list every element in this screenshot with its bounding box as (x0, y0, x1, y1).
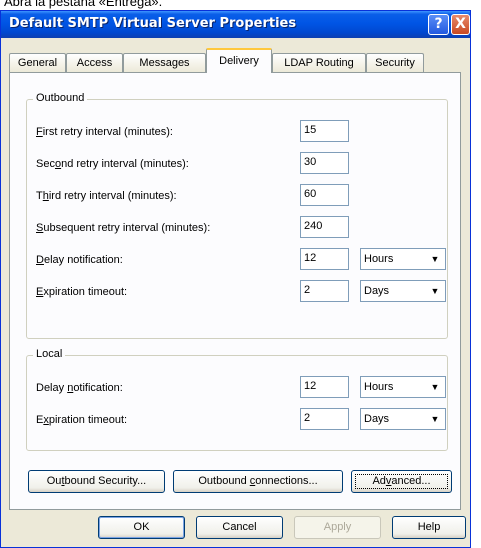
close-icon[interactable]: X (451, 14, 470, 35)
ok-button[interactable]: OK (98, 516, 185, 539)
outbound-expiration-timeout-label: Expiration timeout: (36, 286, 128, 298)
properties-dialog: Default SMTP Virtual Server Properties ?… (0, 10, 471, 548)
local-group: Local (26, 348, 448, 451)
outbound-delay-unit-select[interactable]: Hours ▼ (360, 248, 446, 270)
first-retry-label: First retry interval (minutes): (36, 126, 173, 138)
outbound-delay-notification-field[interactable]: 12 (300, 248, 349, 270)
caption-strip: Abra la pestaña «Entrega». (0, 0, 481, 10)
chevron-down-icon[interactable]: ▼ (427, 379, 443, 395)
title-bar[interactable]: Default SMTP Virtual Server Properties ?… (1, 11, 470, 38)
second-retry-field[interactable]: 30 (300, 152, 349, 174)
outbound-expiration-timeout-field[interactable]: 2 (300, 280, 349, 302)
local-expiration-timeout-field[interactable]: 2 (300, 408, 349, 430)
local-group-label: Local (33, 348, 66, 360)
outbound-security-button[interactable]: Outbound Security... (28, 470, 165, 493)
local-delay-notification-field[interactable]: 12 (300, 376, 349, 398)
window-title: Default SMTP Virtual Server Properties (9, 16, 297, 31)
chevron-down-icon[interactable]: ▼ (427, 411, 443, 427)
first-retry-field[interactable]: 15 (300, 120, 349, 142)
third-retry-field[interactable]: 60 (300, 184, 349, 206)
tab-security[interactable]: Security (366, 53, 424, 72)
tab-general[interactable]: General (9, 53, 66, 72)
local-delay-unit-select[interactable]: Hours ▼ (360, 376, 446, 398)
tab-delivery[interactable]: Delivery (206, 48, 272, 73)
tab-ldap-routing[interactable]: LDAP Routing (272, 53, 366, 72)
apply-button[interactable]: Apply (294, 516, 381, 539)
help-button[interactable]: Help (392, 516, 466, 539)
third-retry-label: Third retry interval (minutes): (36, 190, 177, 202)
local-expiration-unit-value: Days (364, 413, 390, 425)
tab-access[interactable]: Access (66, 53, 123, 72)
subsequent-retry-field[interactable]: 240 (300, 216, 349, 238)
second-retry-label: Second retry interval (minutes): (36, 158, 189, 170)
local-delay-notification-label: Delay notification: (36, 382, 123, 394)
outbound-delay-unit-value: Hours (364, 253, 394, 265)
local-expiration-timeout-label: Expiration timeout: (36, 414, 128, 426)
outbound-expiration-unit-select[interactable]: Days ▼ (360, 280, 446, 302)
local-expiration-unit-select[interactable]: Days ▼ (360, 408, 446, 430)
outbound-expiration-unit-value: Days (364, 285, 390, 297)
outbound-delay-notification-label: Delay notification: (36, 254, 123, 266)
caption-text: Abra la pestaña «Entrega». (4, 0, 163, 9)
help-icon[interactable]: ? (428, 14, 449, 35)
delivery-tab-panel: Outbound First retry interval (minutes):… (9, 72, 461, 510)
outbound-group-label: Outbound (33, 92, 88, 104)
focus-indicator (355, 474, 448, 489)
chevron-down-icon[interactable]: ▼ (427, 283, 443, 299)
outbound-connections-button[interactable]: Outbound connections... (173, 470, 343, 493)
chevron-down-icon[interactable]: ▼ (427, 251, 443, 267)
local-delay-unit-value: Hours (364, 381, 394, 393)
advanced-button[interactable]: Advanced... (351, 470, 452, 493)
subsequent-retry-label: Subsequent retry interval (minutes): (36, 222, 211, 234)
tab-messages[interactable]: Messages (123, 53, 206, 72)
cancel-button[interactable]: Cancel (196, 516, 283, 539)
